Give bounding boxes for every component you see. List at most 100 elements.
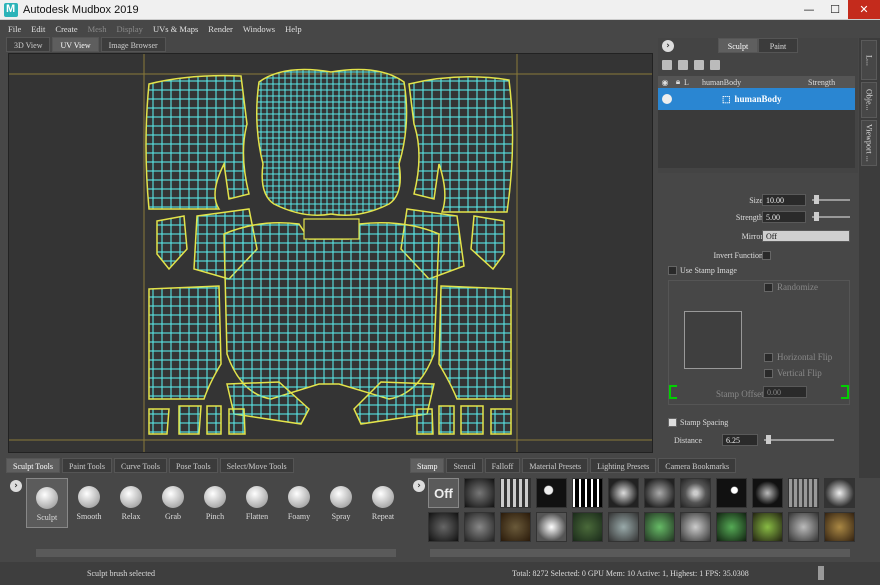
stamp-thumbnail[interactable] bbox=[680, 478, 711, 508]
stamp-thumbnail[interactable] bbox=[716, 512, 747, 542]
side-tab-viewport[interactable]: Viewport ... bbox=[861, 120, 877, 166]
stamp-thumbnail[interactable] bbox=[752, 512, 783, 542]
tab-image-browser[interactable]: Image Browser bbox=[100, 37, 166, 52]
tool-foamy[interactable]: Foamy bbox=[278, 478, 320, 528]
stamp-off-button[interactable]: Off bbox=[428, 478, 459, 508]
view-tabs: 3D View UV View Image Browser bbox=[6, 37, 168, 52]
strength-field[interactable]: 5.00 bbox=[762, 211, 806, 223]
expand-arrow-icon[interactable]: › bbox=[662, 40, 674, 52]
trash-icon[interactable] bbox=[694, 60, 704, 70]
stamp-thumbnail[interactable] bbox=[500, 512, 531, 542]
invert-checkbox[interactable] bbox=[762, 250, 771, 260]
stamp-thumbnail[interactable] bbox=[644, 478, 675, 508]
menu-file[interactable]: File bbox=[8, 24, 21, 34]
tab-falloff[interactable]: Falloff bbox=[484, 458, 521, 473]
stamp-thumbnail[interactable] bbox=[428, 512, 459, 542]
randomize-checkbox[interactable] bbox=[764, 283, 773, 292]
tab-stamp[interactable]: Stamp bbox=[410, 458, 445, 473]
menu-bar: File Edit Create Mesh Display UVs & Maps… bbox=[0, 21, 660, 36]
menu-render[interactable]: Render bbox=[208, 24, 233, 34]
tab-material-presets[interactable]: Material Presets bbox=[522, 458, 589, 473]
uv-viewport[interactable] bbox=[8, 53, 653, 453]
tool-repeat[interactable]: Repeat bbox=[362, 478, 404, 528]
tab-paint[interactable]: Paint bbox=[758, 38, 798, 53]
tool-flatten[interactable]: Flatten bbox=[236, 478, 278, 528]
folder-icon[interactable] bbox=[678, 60, 688, 70]
side-tab-layers[interactable]: L... bbox=[861, 40, 877, 80]
stamp-thumbnail[interactable] bbox=[536, 512, 567, 542]
close-icon[interactable]: ✕ bbox=[848, 0, 880, 19]
tab-uv-view[interactable]: UV View bbox=[52, 37, 99, 52]
stamp-grid: Off bbox=[428, 478, 855, 542]
stamp-offset-field[interactable]: 0.00 bbox=[763, 386, 807, 398]
tab-lighting-presets[interactable]: Lighting Presets bbox=[590, 458, 657, 473]
stamp-thumbnail[interactable] bbox=[464, 512, 495, 542]
tab-pose-tools[interactable]: Pose Tools bbox=[169, 458, 218, 473]
vflip-checkbox[interactable] bbox=[764, 369, 773, 378]
tool-scrollbar[interactable] bbox=[36, 549, 396, 557]
menu-mesh[interactable]: Mesh bbox=[88, 24, 107, 34]
menu-display[interactable]: Display bbox=[116, 24, 142, 34]
stamp-preview[interactable] bbox=[684, 311, 742, 369]
tab-sculpt[interactable]: Sculpt bbox=[718, 38, 758, 53]
menu-windows[interactable]: Windows bbox=[243, 24, 275, 34]
flatten-icon bbox=[246, 486, 268, 508]
stamp-scrollbar[interactable] bbox=[430, 549, 850, 557]
hflip-checkbox[interactable] bbox=[764, 353, 773, 362]
stamp-thumbnail[interactable] bbox=[608, 478, 639, 508]
tab-3d-view[interactable]: 3D View bbox=[6, 37, 51, 52]
stamp-thumbnail[interactable] bbox=[788, 512, 819, 542]
use-stamp-checkbox[interactable] bbox=[668, 265, 677, 275]
menu-uvs-maps[interactable]: UVs & Maps bbox=[153, 24, 198, 34]
stamp-thumbnail[interactable] bbox=[464, 478, 495, 508]
tab-sculpt-tools[interactable]: Sculpt Tools bbox=[6, 458, 60, 473]
stamp-thumbnail[interactable] bbox=[644, 512, 675, 542]
stamp-thumbnail[interactable] bbox=[716, 478, 747, 508]
tab-camera-bookmarks[interactable]: Camera Bookmarks bbox=[658, 458, 737, 473]
stamp-thumbnail[interactable] bbox=[536, 478, 567, 508]
tool-grab[interactable]: Grab bbox=[152, 478, 194, 528]
stamp-thumbnail[interactable] bbox=[752, 478, 783, 508]
stamp-thumbnail[interactable] bbox=[608, 512, 639, 542]
tool-relax[interactable]: Relax bbox=[110, 478, 152, 528]
mesh-node-icon: ⬚ bbox=[722, 93, 731, 104]
stamp-thumbnail[interactable] bbox=[572, 512, 603, 542]
tab-curve-tools[interactable]: Curve Tools bbox=[113, 458, 168, 473]
stamp-thumbnail[interactable] bbox=[500, 478, 531, 508]
stamp-thumbnail[interactable] bbox=[824, 478, 855, 508]
size-slider[interactable] bbox=[812, 195, 850, 204]
stamp-thumbnail[interactable] bbox=[572, 478, 603, 508]
tool-tray: Sculpt Tools Paint Tools Curve Tools Pos… bbox=[6, 458, 406, 561]
distance-field[interactable]: 6.25 bbox=[722, 434, 758, 446]
tool-sculpt[interactable]: Sculpt bbox=[26, 478, 68, 528]
minimize-icon[interactable]: — bbox=[796, 0, 822, 19]
tool-smooth[interactable]: Smooth bbox=[68, 478, 110, 528]
tool-spray[interactable]: Spray bbox=[320, 478, 362, 528]
size-field[interactable]: 10.00 bbox=[762, 194, 806, 206]
stamp-spacing-checkbox[interactable] bbox=[668, 417, 677, 427]
visibility-dot-icon[interactable] bbox=[662, 94, 672, 104]
side-tab-object[interactable]: Obje... bbox=[861, 82, 877, 118]
tab-stencil[interactable]: Stencil bbox=[446, 458, 483, 473]
eye-icon[interactable]: ◉ bbox=[658, 78, 672, 87]
mirror-select[interactable]: Off bbox=[762, 230, 850, 242]
distance-slider[interactable] bbox=[764, 435, 834, 444]
tray-expand-icon[interactable]: › bbox=[10, 480, 22, 492]
menu-edit[interactable]: Edit bbox=[31, 24, 45, 34]
status-stats: Total: 8272 Selected: 0 GPU Mem: 10 Acti… bbox=[512, 569, 749, 578]
stamp-expand-icon[interactable]: › bbox=[413, 480, 425, 492]
tab-paint-tools[interactable]: Paint Tools bbox=[61, 458, 112, 473]
maximize-icon[interactable]: ☐ bbox=[822, 0, 848, 19]
lock-icon[interactable]: 🔒︎ bbox=[672, 77, 684, 87]
new-layer-icon[interactable] bbox=[662, 60, 672, 70]
layer-row-selected[interactable]: ⬚ humanBody bbox=[658, 88, 855, 110]
menu-create[interactable]: Create bbox=[55, 24, 77, 34]
stamp-thumbnail[interactable] bbox=[788, 478, 819, 508]
mask-icon[interactable] bbox=[710, 60, 720, 70]
menu-help[interactable]: Help bbox=[285, 24, 302, 34]
strength-slider[interactable] bbox=[812, 212, 850, 221]
stamp-thumbnail[interactable] bbox=[824, 512, 855, 542]
tab-select-move-tools[interactable]: Select/Move Tools bbox=[219, 458, 294, 473]
stamp-thumbnail[interactable] bbox=[680, 512, 711, 542]
tool-pinch[interactable]: Pinch bbox=[194, 478, 236, 528]
